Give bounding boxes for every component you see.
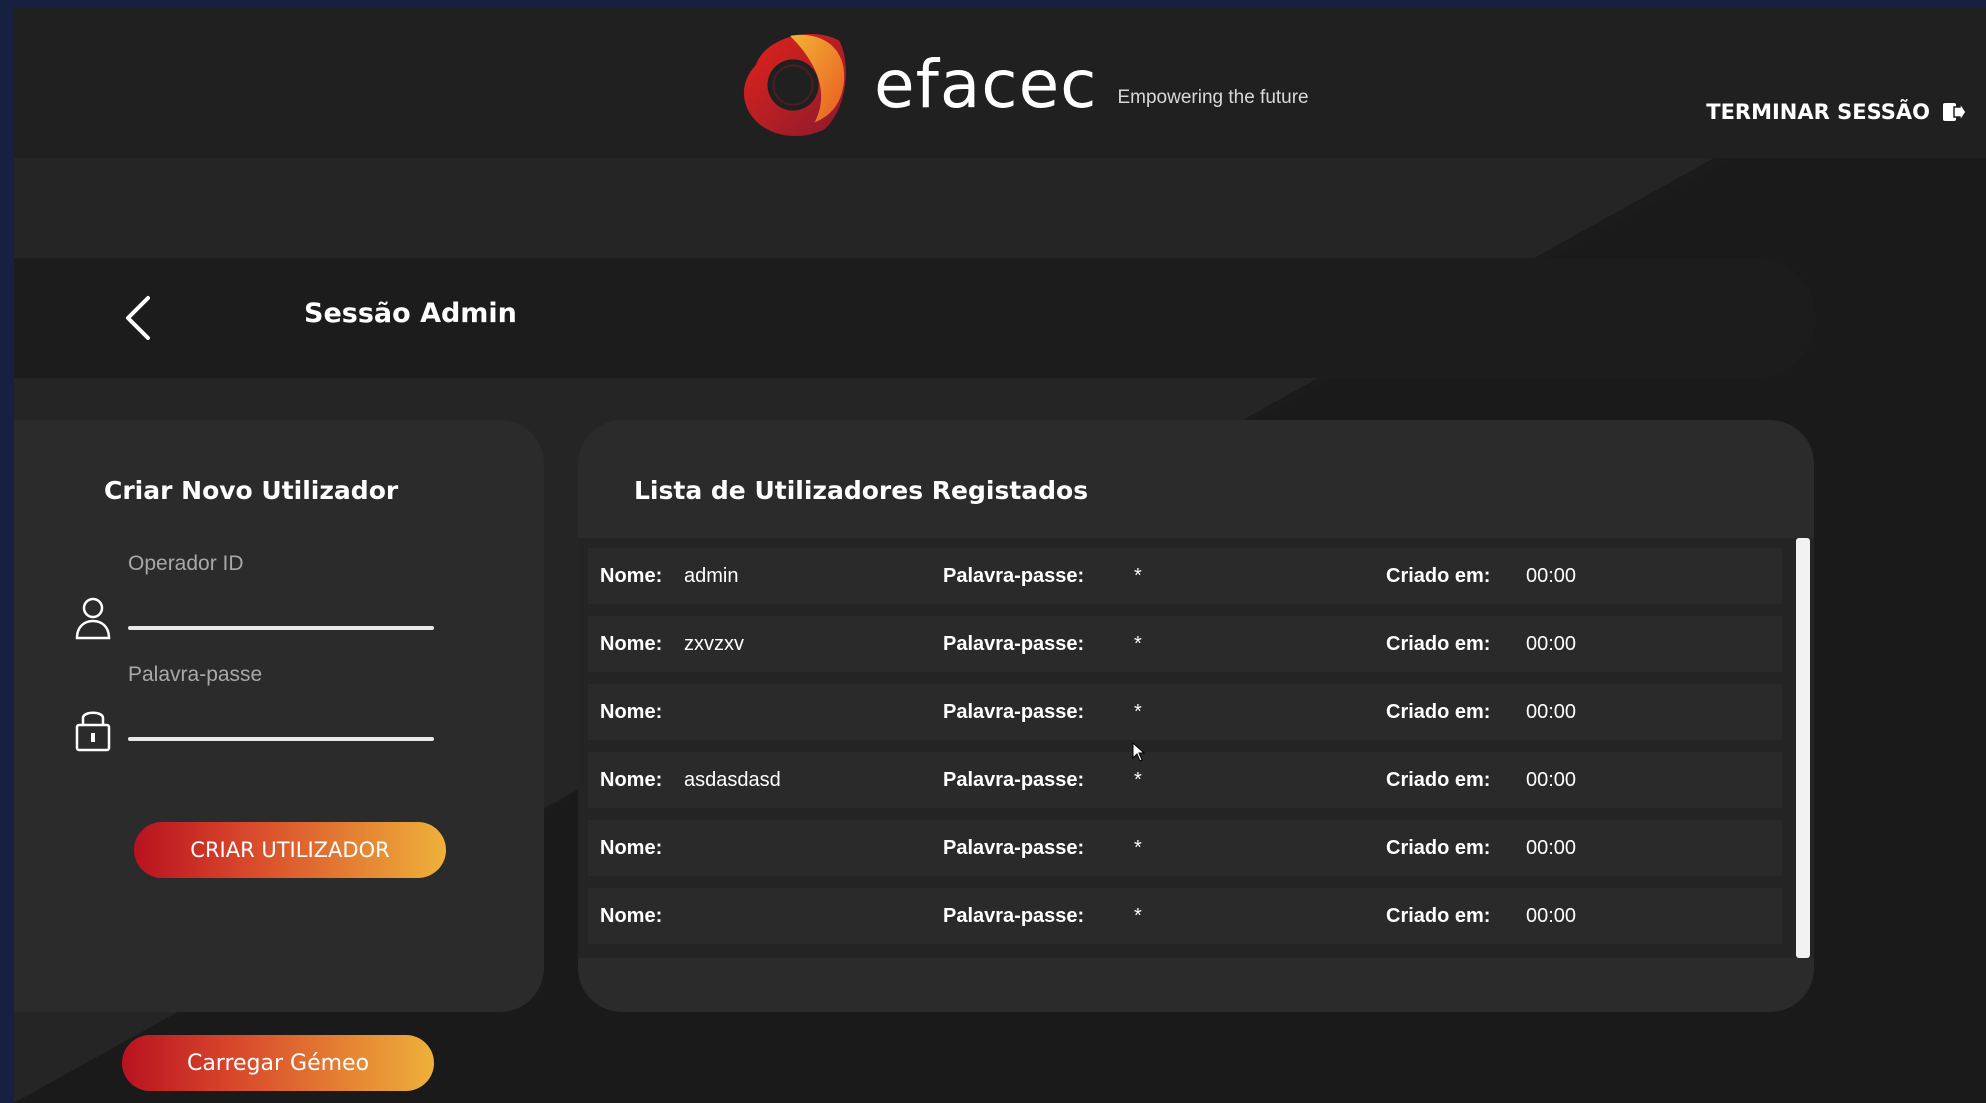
brand-tagline: Empowering the future (1117, 87, 1309, 108)
password-value: * (1134, 565, 1142, 587)
user-row[interactable]: Nome: asdasdasd Palavra-passe: * Criado … (588, 752, 1782, 808)
user-icon (75, 597, 111, 640)
password-label: Palavra-passe: (943, 701, 1085, 723)
name-label: Nome: (600, 565, 663, 587)
user-row[interactable]: Nome: Palavra-passe: * Criado em: 00:00 (588, 820, 1782, 876)
password-value: * (1134, 837, 1142, 859)
name-label: Nome: (600, 837, 663, 859)
brand-name: efacec (874, 46, 1098, 123)
password-label: Palavra-passe: (943, 633, 1085, 655)
name-label: Nome: (600, 905, 663, 927)
created-label: Criado em: (1386, 837, 1491, 859)
create-user-panel: Criar Novo Utilizador Operador ID Palavr… (14, 420, 544, 1012)
header: efacec Empowering the future TERMINAR SE… (14, 8, 1986, 158)
password-label: Palavra-passe: (943, 565, 1085, 587)
password-label: Palavra-passe: (943, 769, 1085, 791)
chevron-left-icon[interactable] (114, 290, 164, 346)
password-label: Palavra-passe: (943, 905, 1085, 927)
password-label: Palavra-passe: (943, 837, 1085, 859)
password-label: Palavra-passe (128, 663, 263, 686)
created-label: Criado em: (1386, 633, 1491, 655)
logout-label: TERMINAR SESSÃO (1706, 100, 1930, 124)
lock-icon (75, 711, 111, 752)
created-value: 00:00 (1526, 633, 1577, 655)
users-list-panel: Lista de Utilizadores Registados Nome: a… (578, 420, 1814, 1012)
create-user-button[interactable]: CRIAR UTILIZADOR (134, 822, 446, 878)
page-title: Sessão Admin (304, 298, 517, 329)
created-value: 00:00 (1526, 905, 1577, 927)
efacec-logo-icon (743, 33, 846, 137)
created-label: Criado em: (1386, 769, 1491, 791)
user-row[interactable]: Nome: admin Palavra-passe: * Criado em: … (588, 548, 1782, 604)
load-twin-button[interactable]: Carregar Gémeo (122, 1035, 434, 1091)
password-underline (128, 737, 434, 741)
created-label: Criado em: (1386, 565, 1491, 587)
created-value: 00:00 (1526, 565, 1577, 587)
app-window: efacec Empowering the future TERMINAR SE… (14, 8, 1986, 1103)
mouse-cursor-icon (1132, 742, 1146, 762)
password-value: * (1134, 701, 1142, 723)
created-label: Criado em: (1386, 701, 1491, 723)
password-field: Palavra-passe (72, 663, 452, 753)
name-value: zxvzxv (684, 633, 744, 655)
users-list-scrollbar[interactable] (1796, 538, 1810, 958)
logout-icon (1943, 101, 1966, 123)
users-list-title: Lista de Utilizadores Registados (634, 476, 1089, 505)
user-row[interactable]: Nome: zxvzxv Palavra-passe: * Criado em:… (588, 616, 1782, 672)
name-label: Nome: (600, 769, 663, 791)
name-label: Nome: (600, 701, 663, 723)
page-titlebar: Sessão Admin (14, 258, 1816, 378)
operator-id-label: Operador ID (128, 552, 244, 575)
create-user-title: Criar Novo Utilizador (104, 476, 399, 505)
brand-logo[interactable]: efacec Empowering the future (736, 25, 1309, 145)
logout-button[interactable]: TERMINAR SESSÃO (1706, 100, 1966, 124)
operator-id-field: Operador ID (72, 552, 452, 642)
scrollbar-thumb[interactable] (1796, 538, 1810, 958)
created-value: 00:00 (1526, 701, 1577, 723)
name-value: asdasdasd (684, 769, 781, 791)
created-value: 00:00 (1526, 769, 1577, 791)
password-input[interactable] (128, 693, 434, 733)
password-value: * (1134, 633, 1142, 655)
password-value: * (1134, 905, 1142, 927)
name-label: Nome: (600, 633, 663, 655)
name-value: admin (684, 565, 739, 587)
user-row[interactable]: Nome: Palavra-passe: * Criado em: 00:00 (588, 684, 1782, 740)
user-row[interactable]: Nome: Palavra-passe: * Criado em: 00:00 (588, 888, 1782, 944)
operator-id-underline (128, 626, 434, 630)
operator-id-input[interactable] (128, 582, 434, 622)
created-value: 00:00 (1526, 837, 1577, 859)
created-label: Criado em: (1386, 905, 1491, 927)
users-list: Nome: admin Palavra-passe: * Criado em: … (578, 538, 1814, 958)
